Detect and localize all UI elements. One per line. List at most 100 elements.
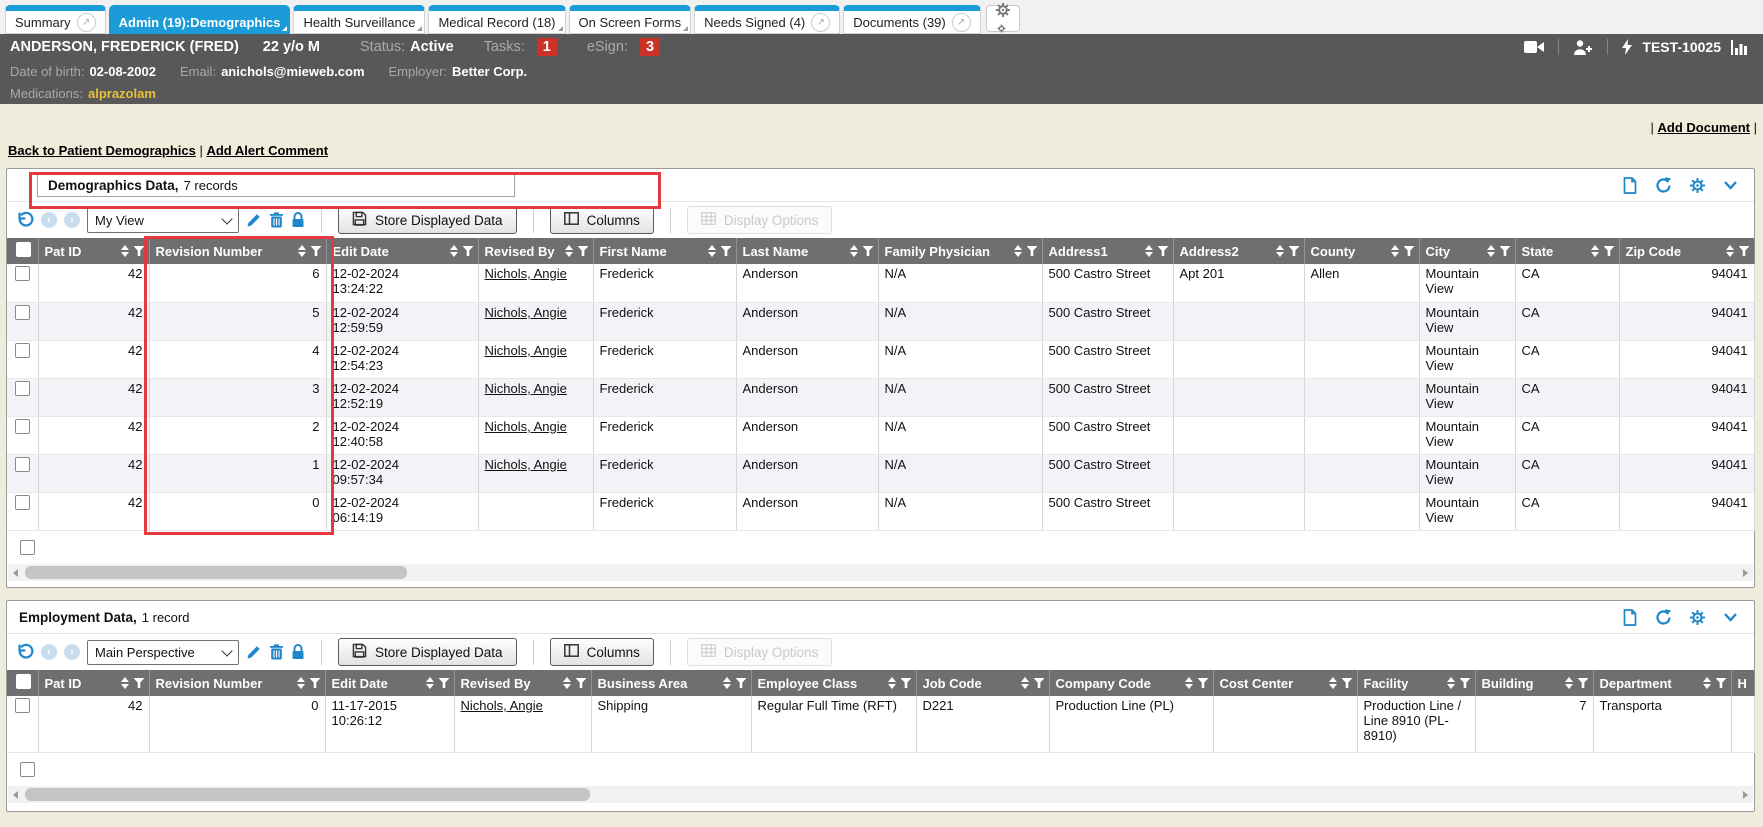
col-county[interactable]: County xyxy=(1304,238,1419,264)
columns-button[interactable]: Columns xyxy=(550,206,654,234)
sort-icon[interactable] xyxy=(1145,245,1153,257)
sort-icon[interactable] xyxy=(298,245,306,257)
popout-icon[interactable]: ↗ xyxy=(952,13,971,32)
new-document-icon[interactable] xyxy=(1622,609,1638,626)
col-building[interactable]: Building xyxy=(1475,670,1593,696)
filter-funnel-icon[interactable] xyxy=(1604,246,1615,256)
filter-funnel-icon[interactable] xyxy=(1716,678,1727,688)
tab-needs-signed-4[interactable]: Needs Signed (4)↗ xyxy=(694,5,840,34)
horizontal-scrollbar[interactable] xyxy=(8,564,1753,581)
sort-icon[interactable] xyxy=(1014,245,1022,257)
col-facility[interactable]: Facility xyxy=(1357,670,1475,696)
row-checkbox[interactable] xyxy=(15,381,30,396)
sort-icon[interactable] xyxy=(723,677,731,689)
delete-view-trash-icon[interactable] xyxy=(269,212,284,228)
col-business-area[interactable]: Business Area xyxy=(591,670,751,696)
filter-funnel-icon[interactable] xyxy=(901,678,912,688)
sort-icon[interactable] xyxy=(121,677,129,689)
revised-by-link[interactable]: Nichols, Angie xyxy=(478,454,593,492)
sort-icon[interactable] xyxy=(297,677,305,689)
col-state[interactable]: State xyxy=(1515,238,1619,264)
columns-button[interactable]: Columns xyxy=(550,638,654,666)
revised-by-link[interactable]: Nichols, Angie xyxy=(478,416,593,454)
row-checkbox[interactable] xyxy=(20,762,35,777)
add-person-icon[interactable] xyxy=(1573,39,1593,55)
gear-icon[interactable] xyxy=(1689,177,1706,194)
refresh-icon[interactable] xyxy=(1655,177,1672,194)
filter-funnel-icon[interactable] xyxy=(134,246,145,256)
refresh-icon[interactable] xyxy=(1655,609,1672,626)
undo-icon[interactable] xyxy=(15,643,34,662)
col-pat-id[interactable]: Pat ID xyxy=(38,238,149,264)
col-company-code[interactable]: Company Code xyxy=(1049,670,1213,696)
filter-funnel-icon[interactable] xyxy=(439,678,450,688)
filter-funnel-icon[interactable] xyxy=(463,246,474,256)
filter-funnel-icon[interactable] xyxy=(736,678,747,688)
view-select[interactable]: Main Perspective xyxy=(87,640,239,665)
edit-view-pencil-icon[interactable] xyxy=(246,212,262,228)
filter-funnel-icon[interactable] xyxy=(311,246,322,256)
prev-button[interactable]: ‹ xyxy=(41,212,57,228)
delete-view-trash-icon[interactable] xyxy=(269,644,284,660)
filter-funnel-icon[interactable] xyxy=(310,678,321,688)
col-family-physician[interactable]: Family Physician xyxy=(878,238,1042,264)
filter-funnel-icon[interactable] xyxy=(1460,678,1471,688)
tab-admin-19-demographics[interactable]: Admin (19):Demographics xyxy=(109,5,291,34)
sort-icon[interactable] xyxy=(1021,677,1029,689)
sort-icon[interactable] xyxy=(450,245,458,257)
sort-icon[interactable] xyxy=(1447,677,1455,689)
tab-health-surveillance[interactable]: Health Surveillance xyxy=(293,5,425,34)
sort-icon[interactable] xyxy=(1591,245,1599,257)
scrollbar-thumb[interactable] xyxy=(25,566,407,579)
settings-gears-button[interactable] xyxy=(986,5,1020,32)
col-department[interactable]: Department xyxy=(1593,670,1731,696)
select-all-header[interactable] xyxy=(7,238,38,264)
col-revision-number[interactable]: Revision Number xyxy=(149,238,326,264)
col-job-code[interactable]: Job Code xyxy=(916,670,1049,696)
col-revised-by[interactable]: Revised By xyxy=(478,238,593,264)
sort-icon[interactable] xyxy=(1391,245,1399,257)
next-button[interactable]: › xyxy=(64,212,80,228)
row-checkbox[interactable] xyxy=(15,266,30,281)
filter-funnel-icon[interactable] xyxy=(1500,246,1511,256)
select-all-checkbox[interactable] xyxy=(16,242,31,257)
filter-funnel-icon[interactable] xyxy=(576,678,587,688)
filter-funnel-icon[interactable] xyxy=(721,246,732,256)
col-cost-center[interactable]: Cost Center xyxy=(1213,670,1357,696)
filter-funnel-icon[interactable] xyxy=(1342,678,1353,688)
sort-icon[interactable] xyxy=(888,677,896,689)
row-checkbox[interactable] xyxy=(15,419,30,434)
sort-icon[interactable] xyxy=(850,245,858,257)
tab-documents-39[interactable]: Documents (39)↗ xyxy=(843,5,980,34)
lock-view-icon[interactable] xyxy=(291,644,305,660)
popout-icon[interactable]: ↗ xyxy=(77,13,96,32)
back-to-demographics-link[interactable]: Back to Patient Demographics xyxy=(8,143,196,158)
sort-icon[interactable] xyxy=(1487,245,1495,257)
store-displayed-data-button[interactable]: Store Displayed Data xyxy=(338,206,517,234)
col-address2[interactable]: Address2 xyxy=(1173,238,1304,264)
filter-funnel-icon[interactable] xyxy=(1034,678,1045,688)
col-edit-date[interactable]: Edit Date xyxy=(325,670,454,696)
tab-on-screen-forms[interactable]: On Screen Forms xyxy=(569,5,692,34)
sort-icon[interactable] xyxy=(1726,245,1734,257)
undo-icon[interactable] xyxy=(15,211,34,230)
filter-funnel-icon[interactable] xyxy=(1158,246,1169,256)
row-checkbox[interactable] xyxy=(15,457,30,472)
sort-icon[interactable] xyxy=(426,677,434,689)
sort-icon[interactable] xyxy=(1703,677,1711,689)
collapse-chevron-icon[interactable] xyxy=(1723,612,1738,622)
row-checkbox[interactable] xyxy=(15,305,30,320)
new-document-icon[interactable] xyxy=(1622,177,1638,194)
col-edit-date[interactable]: Edit Date xyxy=(326,238,478,264)
sort-icon[interactable] xyxy=(121,245,129,257)
revised-by-link[interactable]: Nichols, Angie xyxy=(478,302,593,340)
esign-badge[interactable]: 3 xyxy=(640,38,660,56)
filter-funnel-icon[interactable] xyxy=(1739,246,1750,256)
sort-icon[interactable] xyxy=(1185,677,1193,689)
video-call-icon[interactable] xyxy=(1524,40,1544,54)
horizontal-scrollbar[interactable] xyxy=(8,786,1753,803)
add-document-link[interactable]: Add Document xyxy=(1658,120,1750,135)
store-displayed-data-button[interactable]: Store Displayed Data xyxy=(338,638,517,666)
select-all-checkbox[interactable] xyxy=(16,674,31,689)
filter-funnel-icon[interactable] xyxy=(1404,246,1415,256)
